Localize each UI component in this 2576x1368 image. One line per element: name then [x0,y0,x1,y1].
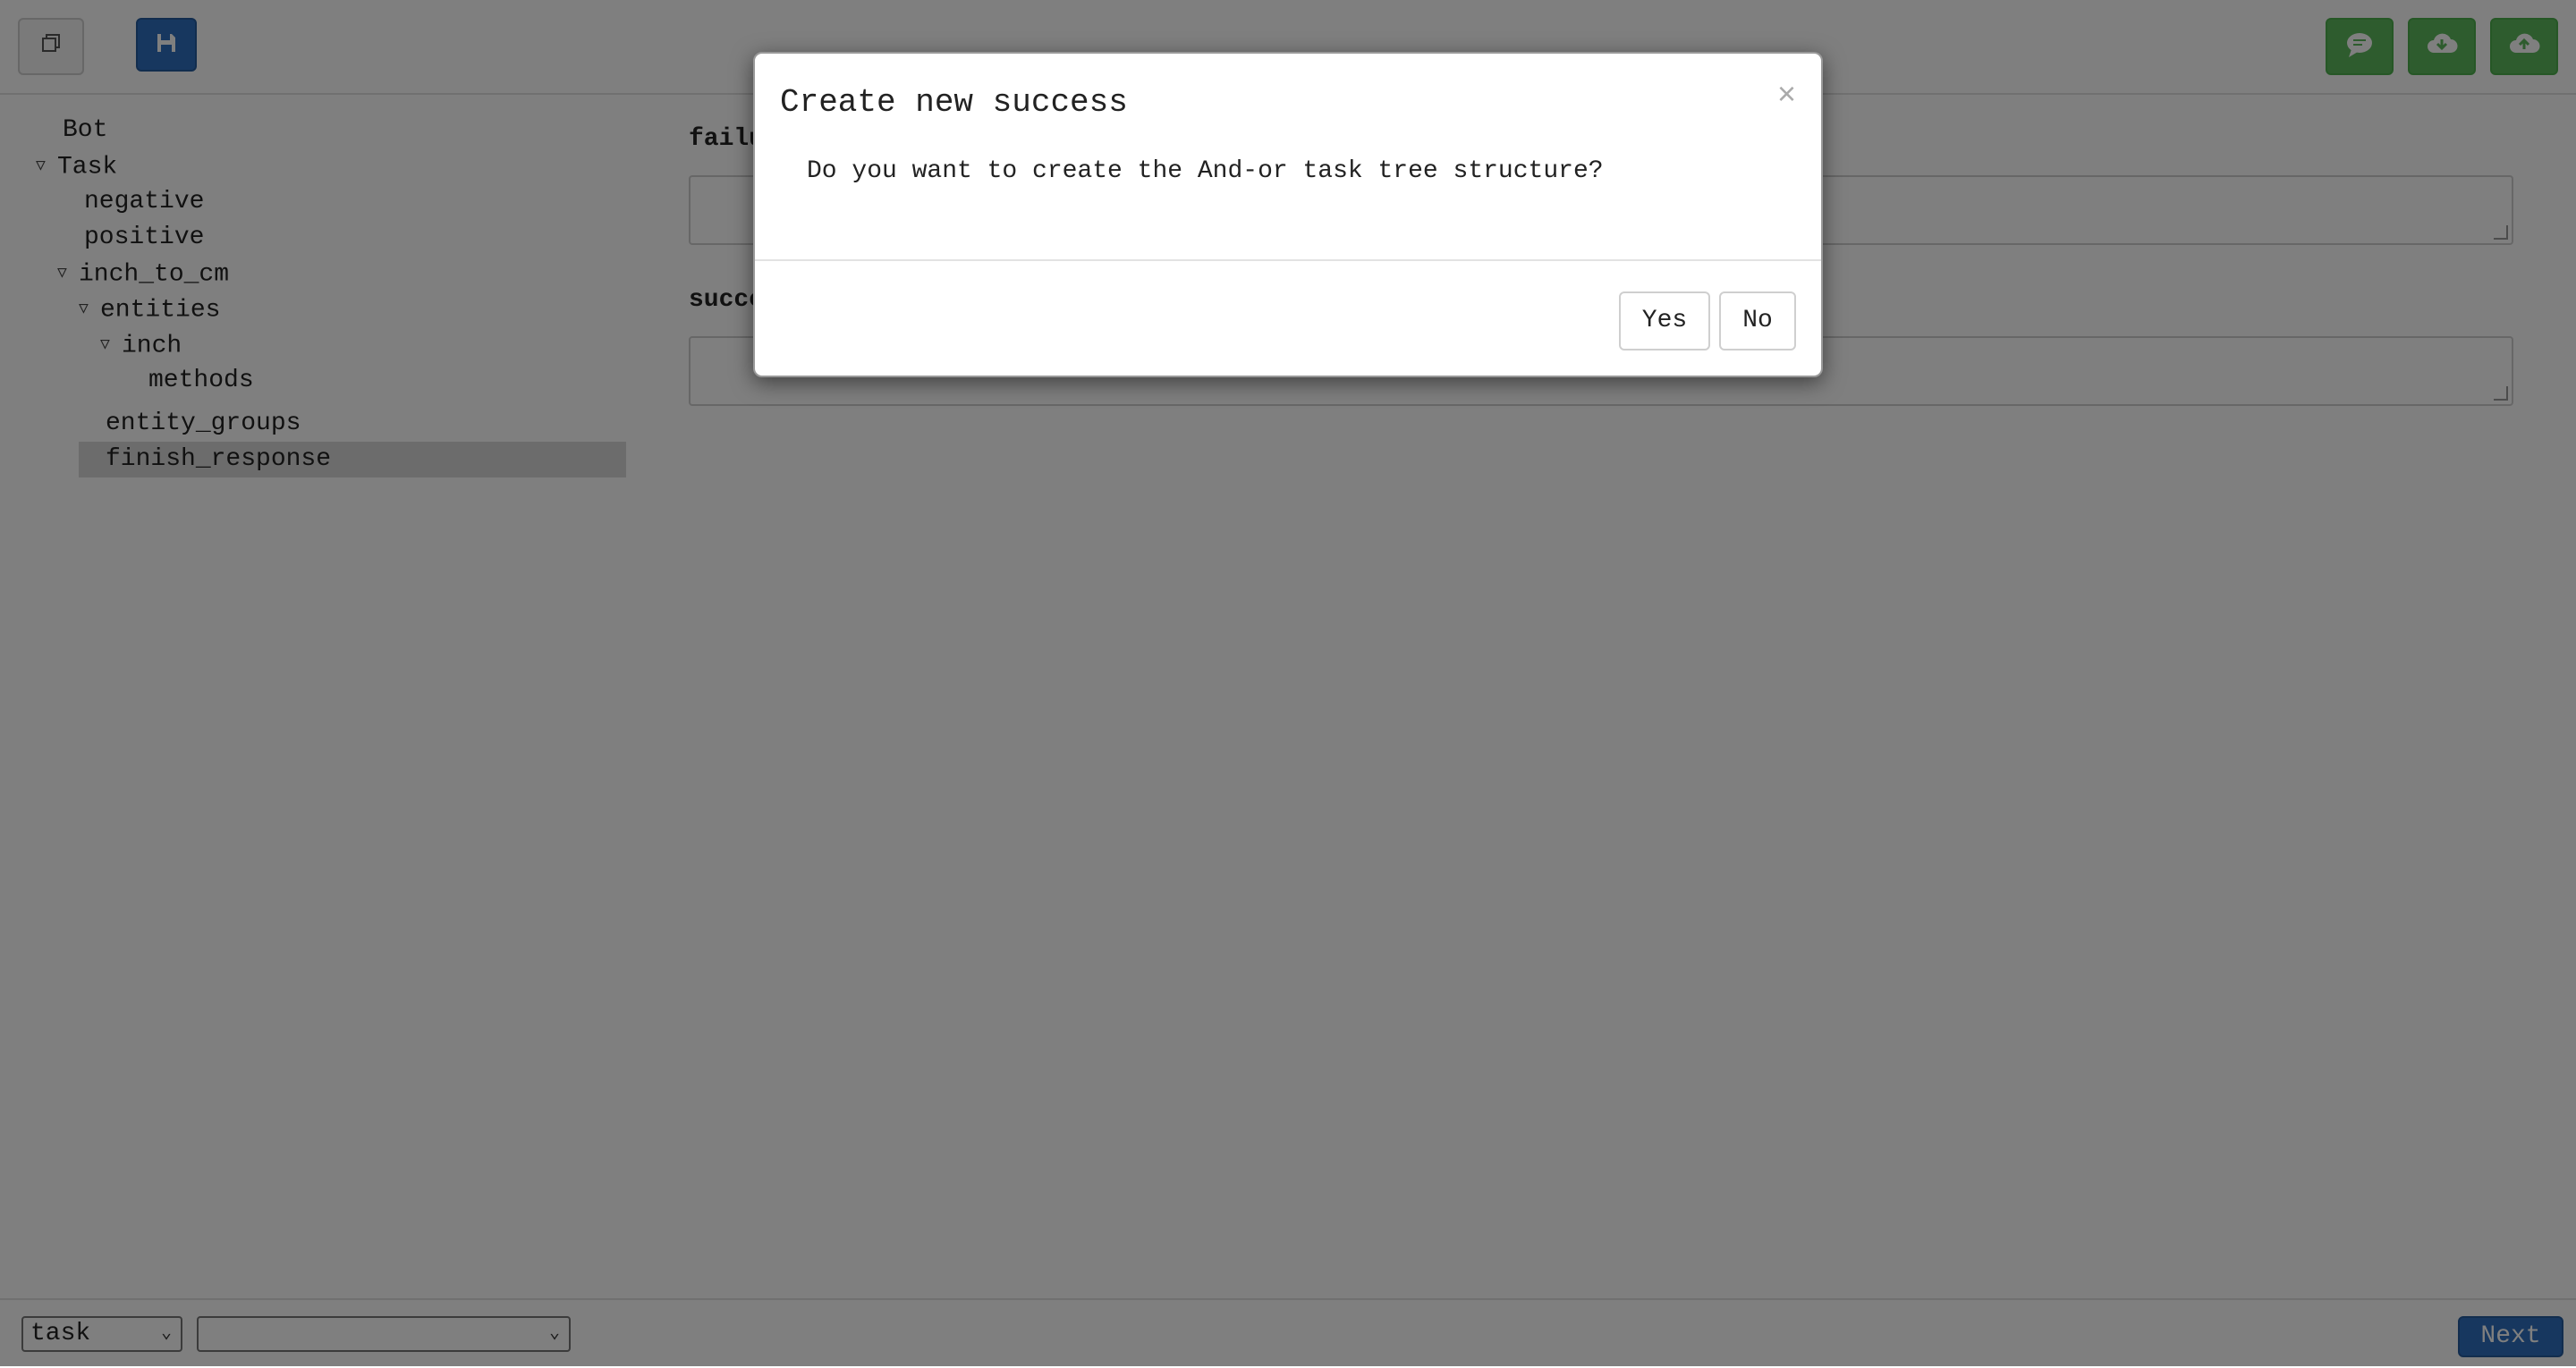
app-root: Bot ▽Task negative positive ▽inch_to_cm … [0,0,2576,1368]
dialog-message: Do you want to create the And-or task tr… [807,157,1604,185]
no-button[interactable]: No [1719,291,1796,350]
confirm-dialog: Create new success × Do you want to crea… [753,52,1823,377]
dialog-title: Create new success [780,84,1128,121]
close-icon[interactable]: × [1777,75,1796,113]
dialog-divider [755,259,1821,261]
yes-button[interactable]: Yes [1619,291,1710,350]
